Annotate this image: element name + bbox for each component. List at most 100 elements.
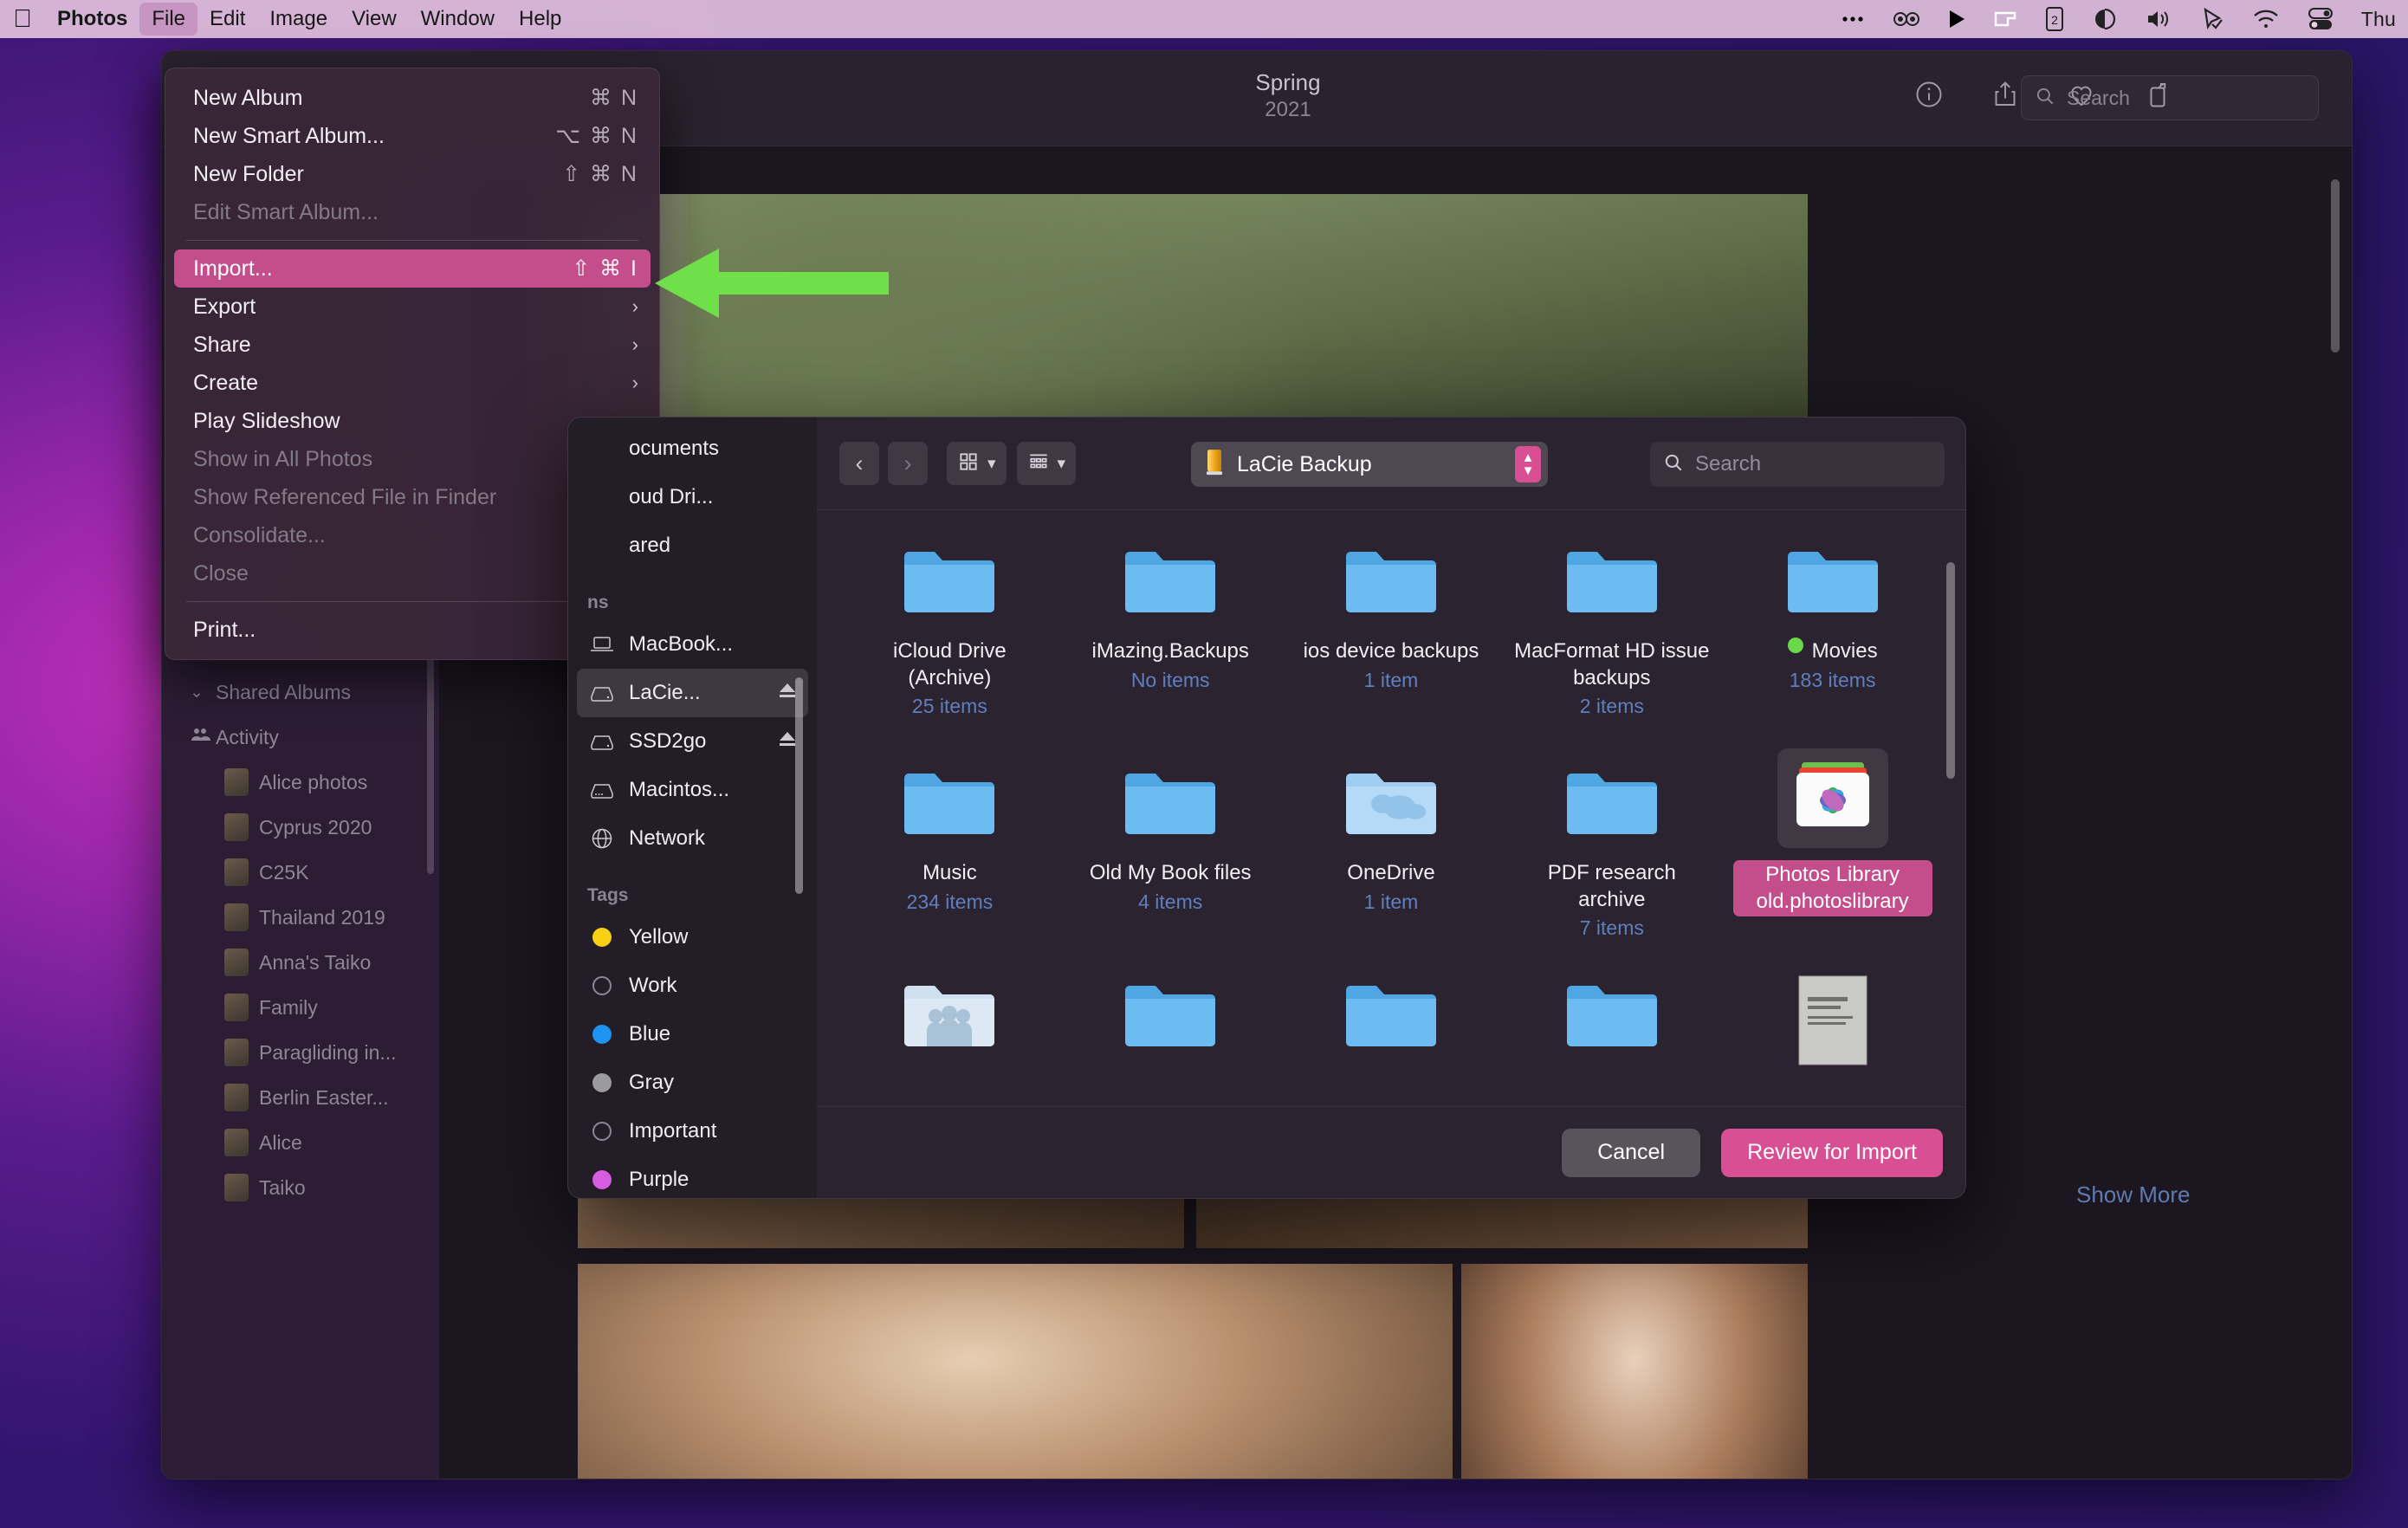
file-item[interactable]: PDF research archive 7 items (1501, 741, 1722, 949)
file-item-count: 234 items (906, 890, 994, 913)
menubar-item-help[interactable]: Help (507, 3, 573, 36)
file-item[interactable]: ios device backups 1 item (1281, 519, 1502, 727)
wifi-icon[interactable] (2252, 8, 2280, 30)
apple-logo-icon[interactable]:  (0, 6, 45, 32)
sidebar-item-shared-albums[interactable]: ⌄ Shared Albums (162, 670, 439, 715)
finder-sidebar-item-label: ared (629, 534, 671, 557)
finder-tag-purple[interactable]: Purple (577, 1156, 808, 1198)
folder-icon[interactable] (1060, 962, 1281, 1066)
file-item[interactable]: iMazing.Backups No items (1060, 519, 1281, 727)
external-drive-icon (1203, 448, 1226, 482)
menu-item-import[interactable]: Import... ⇧ ⌘ I (174, 249, 651, 288)
menubar-item-window[interactable]: Window (409, 3, 507, 36)
menubar-item-view[interactable]: View (340, 3, 409, 36)
menubar-item-file[interactable]: File (139, 3, 197, 36)
show-more-link[interactable]: Show More (2076, 1182, 2191, 1208)
control-center-icon[interactable] (1892, 8, 1921, 30)
shared-folder-icon[interactable] (839, 962, 1060, 1066)
sidebar-item-taiko[interactable]: Taiko (162, 1165, 439, 1210)
sidebar-item-alice[interactable]: Alice (162, 1120, 439, 1165)
document-preview-icon[interactable] (1722, 962, 1943, 1066)
finder-sidebar-item-label: Macintos... (629, 778, 730, 801)
toggle-switch-icon[interactable] (2306, 7, 2335, 31)
file-item[interactable]: iCloud Drive (Archive) 25 items (839, 519, 1060, 727)
menu-item-label: Create (193, 370, 259, 395)
menubar-item-image[interactable]: Image (257, 3, 340, 36)
finder-search-input[interactable]: Search (1650, 442, 1945, 487)
back-button[interactable]: ‹ (839, 442, 879, 485)
menubar-item-photos[interactable]: Photos (45, 3, 139, 36)
group-by-button[interactable]: ▾ (1016, 442, 1077, 485)
finder-sidebar-item-oud-dri[interactable]: oud Dri... (577, 473, 808, 521)
file-item[interactable]: Photos Library old.photoslibrary (1722, 741, 1943, 949)
sidebar-item-c25k[interactable]: C25K (162, 850, 439, 895)
sidebar-item-activity[interactable]: Activity (162, 715, 439, 760)
sidebar-item-label: Activity (216, 725, 279, 748)
finder-tag-label: Important (629, 1119, 717, 1143)
cancel-button[interactable]: Cancel (1562, 1128, 1701, 1177)
sidebar-item-family[interactable]: Family (162, 985, 439, 1030)
finder-tag-blue[interactable]: Blue (577, 1010, 808, 1059)
finder-sidebar-item-macintos[interactable]: Macintos... (577, 766, 808, 814)
file-item[interactable]: MacFormat HD issue backups 2 items (1501, 519, 1722, 727)
finder-sidebar-item-lacie[interactable]: LaCie... (577, 669, 808, 717)
photo-thumbnail[interactable] (578, 1264, 1453, 1479)
menubar-item-edit[interactable]: Edit (197, 3, 257, 36)
finder-grid-scrollbar[interactable] (1946, 562, 1955, 779)
menu-item-share[interactable]: Share › (174, 326, 651, 364)
file-item[interactable]: Old My Book files 4 items (1060, 741, 1281, 949)
menu-item-label: New Smart Album... (193, 123, 385, 148)
finder-sidebar-item-label: MacBook... (629, 632, 734, 656)
display-count-2-icon[interactable]: 2 (2044, 6, 2065, 32)
finder-sidebar-item-ared[interactable]: ared (577, 521, 808, 570)
menu-item-export[interactable]: Export › (174, 288, 651, 326)
dark-mode-icon[interactable] (2091, 8, 2119, 30)
tag-dot-icon (587, 1025, 617, 1044)
menu-item-create[interactable]: Create › (174, 364, 651, 402)
sidebar-item-alice-photos[interactable]: Alice photos (162, 760, 439, 805)
volume-icon[interactable] (2145, 8, 2174, 30)
file-item[interactable]: Movies 183 items (1722, 519, 1943, 727)
folder-icon[interactable] (1281, 962, 1502, 1066)
review-for-import-button[interactable]: Review for Import (1721, 1128, 1943, 1177)
ellipsis-icon[interactable] (1840, 8, 1866, 30)
menu-item-new-folder[interactable]: New Folder ⇧ ⌘ N (174, 155, 651, 193)
sidebar-item-cyprus-2020[interactable]: Cyprus 2020 (162, 805, 439, 850)
finder-sidebar-item-network[interactable]: Network (577, 814, 808, 863)
content-scrollbar[interactable] (2331, 179, 2340, 353)
finder-tag-important[interactable]: Important (577, 1107, 808, 1156)
menubar-items: Photos File Edit Image View Window Help (45, 3, 573, 36)
play-icon[interactable] (1947, 8, 1966, 30)
finder-sidebar-item-ssd2go[interactable]: SSD2go (577, 717, 808, 766)
finder-tag-work[interactable]: Work (577, 961, 808, 1010)
menu-item-new-smart-album[interactable]: New Smart Album... ⌥ ⌘ N (174, 117, 651, 155)
finder-sidebar-item-macbook[interactable]: MacBook... (577, 620, 808, 669)
menu-item-shortcut: ⌥ ⌘ N (555, 124, 638, 148)
photos-subtitle: 2021 (1265, 97, 1311, 121)
file-item-label: ios device backups (1303, 639, 1479, 663)
file-item[interactable]: OneDrive 1 item (1281, 741, 1502, 949)
path-popup-button[interactable]: LaCie Backup ▲ ▼ (1191, 442, 1548, 487)
info-icon[interactable] (1912, 75, 1946, 113)
photo-thumbnail[interactable] (1461, 1264, 1808, 1479)
finder-tag-yellow[interactable]: Yellow (577, 913, 808, 961)
folder-icon[interactable] (1501, 962, 1722, 1066)
sidebar-item-berlin-easter[interactable]: Berlin Easter... (162, 1075, 439, 1120)
stepper-icon[interactable]: ▲ ▼ (1515, 446, 1541, 482)
finder-sidebar-item-ocuments[interactable]: ocuments (577, 424, 808, 473)
sidebar-item-anna-s-taiko[interactable]: Anna's Taiko (162, 940, 439, 985)
screen-mirroring-icon[interactable] (1992, 8, 2018, 30)
sidebar-item-paragliding-in[interactable]: Paragliding in... (162, 1030, 439, 1075)
icon-view-button[interactable]: ▾ (947, 442, 1007, 485)
airplay-icon[interactable] (2200, 6, 2226, 32)
menubar-clock[interactable]: Thu (2361, 8, 2396, 31)
menu-item-new-album[interactable]: New Album ⌘ N (174, 79, 651, 117)
finder-tag-gray[interactable]: Gray (577, 1059, 808, 1107)
forward-button[interactable]: › (888, 442, 928, 485)
share-icon[interactable] (1988, 75, 2023, 113)
file-item[interactable]: Music 234 items (839, 741, 1060, 949)
chevron-down-icon[interactable]: ⌄ (190, 683, 205, 702)
finder-sidebar-scrollbar[interactable] (795, 677, 803, 894)
sidebar-item-thailand-2019[interactable]: Thailand 2019 (162, 895, 439, 940)
search-input[interactable]: Search (2021, 75, 2319, 120)
